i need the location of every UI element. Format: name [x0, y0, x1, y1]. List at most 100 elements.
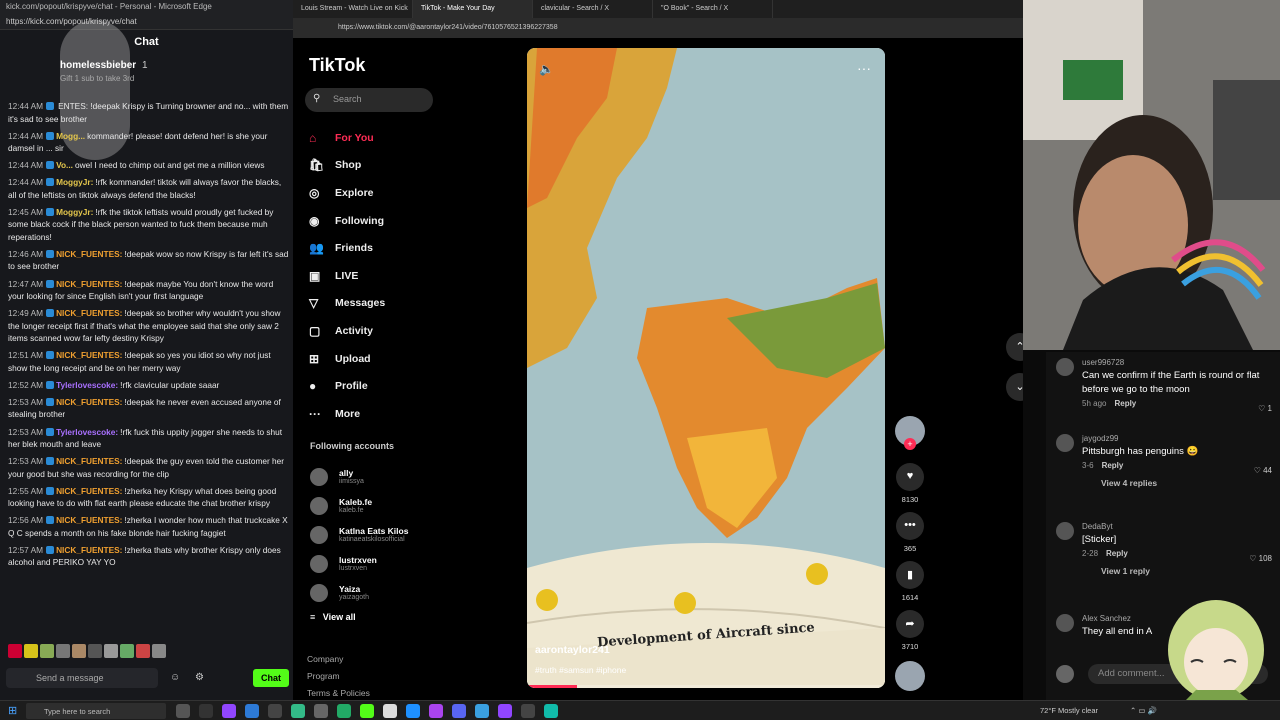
- reply-button[interactable]: Reply: [1114, 399, 1136, 408]
- comment-icon[interactable]: •••: [896, 512, 924, 540]
- commenter-avatar[interactable]: [1056, 358, 1074, 376]
- sidebar-item-following[interactable]: ◉ Following: [309, 207, 459, 235]
- pinned-gift-banner[interactable]: homelessbieber 1 Gift 1 sub to take 3rd: [60, 60, 290, 92]
- pinned-count: 1: [141, 60, 148, 71]
- message-user[interactable]: NICK_FUENTES:: [56, 279, 122, 289]
- commenter-avatar[interactable]: [1056, 614, 1074, 632]
- message-user[interactable]: MoggyJr:: [56, 177, 93, 187]
- emote-bar[interactable]: [8, 644, 188, 660]
- taskbar-app-icons[interactable]: [176, 704, 558, 718]
- chevron-up-icon[interactable]: ⌃: [1006, 333, 1023, 361]
- message-user[interactable]: MoggyJr:: [56, 207, 93, 217]
- view-replies-button[interactable]: View 1 reply: [1101, 566, 1276, 576]
- following-account[interactable]: Yaiza yaizagoth: [310, 578, 450, 607]
- footer-link[interactable]: Program: [307, 668, 370, 685]
- comment-like-count[interactable]: ♡ 44: [1254, 466, 1272, 475]
- badge-icon: [46, 380, 55, 389]
- following-account[interactable]: Kaleb.fe kaleb.fe: [310, 491, 450, 520]
- comment-like-count[interactable]: ♡ 1: [1258, 404, 1272, 413]
- message-user[interactable]: Mogg...: [56, 131, 85, 141]
- kick-url[interactable]: https://kick.com/popout/krispyve/chat: [0, 14, 293, 30]
- sound-disc-icon[interactable]: [895, 661, 925, 691]
- sidebar-item-profile[interactable]: ● Profile: [309, 372, 459, 400]
- comment-like-count[interactable]: ♡ 108: [1249, 554, 1272, 563]
- heart-icon[interactable]: ♡: [1258, 404, 1267, 413]
- share-icon[interactable]: ➦: [896, 610, 924, 638]
- video-hashtags[interactable]: #truth #samsun #iphone: [535, 665, 626, 675]
- badge-icon: [46, 161, 55, 170]
- message-user[interactable]: NICK_FUENTES:: [56, 249, 122, 259]
- heart-icon[interactable]: ♥: [896, 463, 924, 491]
- comment: jaygodz99 Pittsburgh has penguins 😀 3-6 Rep…: [1056, 434, 1276, 488]
- message-user[interactable]: NICK_FUENTES:: [56, 397, 122, 407]
- message-user[interactable]: NICK_FUENTES:: [56, 456, 122, 466]
- taskbar-search-input[interactable]: Type here to search: [26, 703, 166, 719]
- message-user[interactable]: Tylerlovescoke:: [56, 427, 118, 437]
- comment-user[interactable]: DedaByt: [1082, 522, 1276, 531]
- comment-user[interactable]: jaygodz99: [1082, 434, 1276, 443]
- browser-tab[interactable]: TikTok - Make Your Day: [413, 0, 533, 18]
- sidebar-item-explore[interactable]: ◎ Explore: [309, 179, 459, 207]
- shop-icon: 🛍: [309, 158, 325, 173]
- more-options-icon[interactable]: ···: [857, 60, 871, 76]
- send-message-input[interactable]: Send a message: [6, 668, 158, 688]
- comment-action[interactable]: ••• 365: [893, 512, 927, 561]
- following-account[interactable]: ally iimissya: [310, 462, 450, 491]
- weather-widget[interactable]: 72°F Mostly clear: [1040, 706, 1098, 715]
- chat-tool-icons[interactable]: ☺ ⚙: [170, 672, 210, 683]
- following-account[interactable]: lustrxven lustrxven: [310, 549, 450, 578]
- sidebar-item-friends[interactable]: 👥 Friends: [309, 234, 459, 262]
- footer-link[interactable]: Company: [307, 651, 370, 668]
- commenter-avatar[interactable]: [1056, 522, 1074, 540]
- chevron-down-icon[interactable]: ⌄: [1006, 373, 1023, 401]
- share-action[interactable]: ➦ 3710: [893, 610, 927, 659]
- browser-tabs[interactable]: Louis Stream - Watch Live on Kick TikTok …: [293, 0, 1023, 18]
- sidebar-item-activity[interactable]: ▢ Activity: [309, 317, 459, 345]
- message-user[interactable]: NICK_FUENTES:: [56, 308, 122, 318]
- tiktok-search-input[interactable]: ⚲ Search: [305, 88, 433, 112]
- pinned-user: homelessbieber: [60, 60, 137, 71]
- reply-button[interactable]: Reply: [1106, 549, 1128, 558]
- like-number: 1: [1267, 404, 1272, 413]
- view-replies-button[interactable]: View 4 replies: [1101, 478, 1276, 488]
- creator-avatar[interactable]: +: [895, 416, 925, 450]
- chat-send-button[interactable]: Chat: [253, 669, 289, 687]
- following-account[interactable]: Katlna Eats Kilos katinaeatskilosofficial: [310, 520, 450, 549]
- view-all-link[interactable]: ≡ View all: [310, 612, 356, 622]
- message-user[interactable]: NICK_FUENTES:: [56, 486, 122, 496]
- webcam-image: [1023, 0, 1280, 350]
- tiktok-logo[interactable]: TikTok: [309, 55, 365, 76]
- home-icon: ⌂: [309, 130, 317, 145]
- sidebar-item-messages[interactable]: ▽ Messages: [309, 290, 459, 318]
- message-user[interactable]: NICK_FUENTES:: [56, 350, 122, 360]
- reply-button[interactable]: Reply: [1102, 461, 1124, 470]
- save-action[interactable]: ▮ 1614: [893, 561, 927, 610]
- browser-tab[interactable]: Louis Stream - Watch Live on Kick: [293, 0, 413, 18]
- heart-icon[interactable]: ♡: [1249, 554, 1258, 563]
- system-tray[interactable]: ⌃ ▭ 🔊: [1130, 706, 1157, 715]
- message-user[interactable]: Vo...: [56, 160, 73, 170]
- sidebar-item-live[interactable]: ▣ LIVE: [309, 262, 459, 290]
- message-user[interactable]: NICK_FUENTES:: [56, 545, 122, 555]
- sidebar-item-upload[interactable]: ⊞ Upload: [309, 345, 459, 373]
- sidebar-item-for-you[interactable]: ⌂ For You: [309, 124, 459, 152]
- comment-user[interactable]: user996728: [1082, 358, 1276, 367]
- message-user[interactable]: Tylerlovescoke:: [56, 380, 118, 390]
- mute-icon[interactable]: 🔈: [539, 62, 554, 76]
- video-player[interactable]: 🔈 ··· Development of Aircraft since aaro…: [527, 48, 885, 688]
- sidebar-item-more[interactable]: ··· More: [309, 400, 459, 428]
- browser-tab[interactable]: clavicular - Search / X: [533, 0, 653, 18]
- bookmark-icon[interactable]: ▮: [896, 561, 924, 589]
- footer-link[interactable]: Terms & Policies: [307, 685, 370, 700]
- commenter-avatar[interactable]: [1056, 434, 1074, 452]
- message-user[interactable]: NICK_FUENTES:: [56, 515, 122, 525]
- sidebar-item-shop[interactable]: 🛍 Shop: [309, 152, 459, 180]
- follow-plus-icon[interactable]: +: [904, 438, 916, 450]
- like-action[interactable]: ♥ 8130: [893, 463, 927, 512]
- video-progress-bar[interactable]: [527, 685, 885, 688]
- address-bar[interactable]: https://www.tiktok.com/@aarontaylor241/v…: [293, 18, 1023, 38]
- heart-icon[interactable]: ♡: [1254, 466, 1263, 475]
- windows-start-icon[interactable]: ⊞: [8, 704, 17, 717]
- video-author[interactable]: aarontaylor241: [535, 644, 610, 656]
- browser-tab[interactable]: "O Book" - Search / X: [653, 0, 773, 18]
